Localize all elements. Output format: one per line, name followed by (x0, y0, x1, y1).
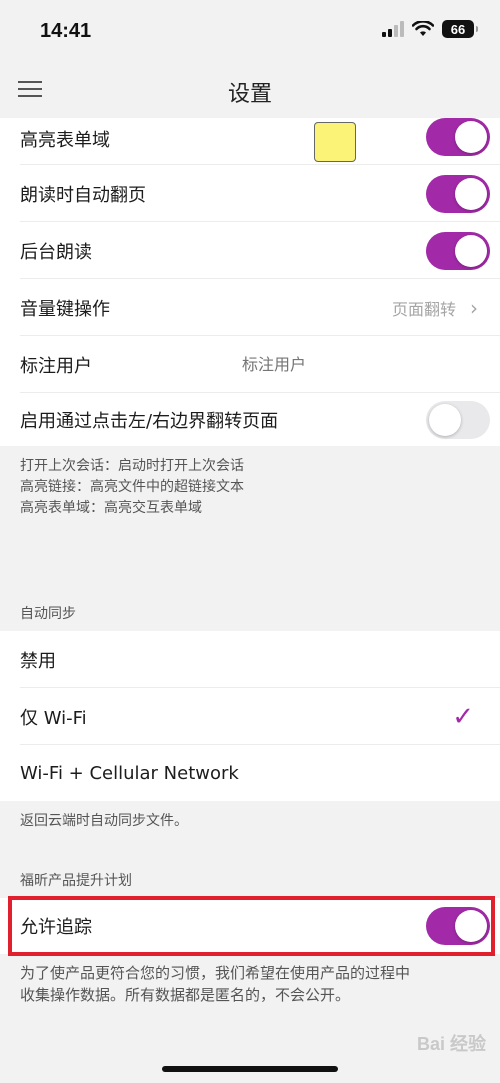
auto-sync-header: 自动同步 (20, 606, 76, 622)
sync-option-disabled[interactable]: 禁用 (0, 631, 500, 688)
setting-highlight-form-field: 高亮表单域 (0, 118, 500, 165)
setting-tap-edge-flip: 启用通过点击左/右边界翻转页面 (0, 393, 500, 446)
setting-auto-turn-page: 朗读时自动翻页 (0, 165, 500, 222)
volume-key-value: 页面翻转 (391, 299, 456, 319)
setting-annotation-user: 标注用户 (0, 336, 500, 393)
setting-label: 启用通过点击左/右边界翻转页面 (20, 410, 279, 432)
description-line: 为了使产品更符合您的习惯，我们希望在使用产品的过程中 (20, 964, 411, 982)
improvement-program-header: 福昕产品提升计划 (20, 873, 132, 889)
home-indicator[interactable] (162, 1066, 338, 1072)
status-time: 14:41 (40, 20, 92, 42)
background-reading-toggle[interactable] (426, 231, 490, 270)
settings-footnote: 打开上次会话：启动时打开上次会话 高亮链接：高亮文件中的超链接文本 高亮表单域：… (20, 456, 244, 519)
setting-volume-key-action[interactable]: 音量键操作 页面翻转 › (0, 279, 500, 336)
battery-level: 66 (450, 21, 466, 37)
highlight-form-field-toggle[interactable] (426, 118, 490, 156)
wifi-icon (412, 21, 434, 36)
setting-label: 高亮表单域 (20, 130, 110, 151)
auto-sync-footnote: 返回云端时自动同步文件。 (20, 813, 188, 829)
footnote-line: 高亮表单域：高亮交互表单域 (20, 500, 202, 516)
setting-label: 朗读时自动翻页 (20, 184, 146, 206)
setting-label: 标注用户 (20, 355, 92, 377)
settings-group: 高亮表单域 朗读时自动翻页 后台朗读 音量键操作 页面翻转 › 标注用户 启用通… (0, 118, 500, 446)
battery-icon: 66 (442, 20, 478, 38)
sync-option-wifi-only[interactable]: 仅 Wi-Fi ✓ (0, 688, 500, 745)
status-bar: 14:41 66 (0, 0, 500, 62)
setting-allow-tracking: 允许追踪 (0, 898, 500, 954)
sync-option-label: 仅 Wi-Fi (20, 707, 87, 729)
footnote-line: 打开上次会话：启动时打开上次会话 (20, 458, 244, 474)
tap-edge-flip-toggle[interactable] (426, 400, 490, 439)
setting-label: 后台朗读 (20, 241, 92, 263)
description-line: 收集操作数据。所有数据都是匿名的，不会公开。 (20, 986, 351, 1004)
auto-sync-group: 禁用 仅 Wi-Fi ✓ Wi-Fi + Cellular Network (0, 631, 500, 801)
allow-tracking-toggle[interactable] (426, 907, 490, 945)
sync-option-label: Wi-Fi + Cellular Network (20, 762, 239, 784)
annotation-user-input[interactable] (242, 355, 442, 374)
footnote-line: 高亮链接：高亮文件中的超链接文本 (20, 479, 244, 495)
chevron-right-icon: › (470, 295, 478, 320)
page-title: 设置 (227, 82, 272, 107)
improvement-program-group: 允许追踪 (0, 898, 500, 954)
cellular-signal-icon (382, 21, 404, 37)
nav-bar: 设置 (0, 62, 500, 118)
status-icons: 66 (382, 20, 478, 38)
improvement-program-description: 为了使产品更符合您的习惯，我们希望在使用产品的过程中 收集操作数据。所有数据都是… (20, 962, 410, 1006)
auto-turn-page-toggle[interactable] (426, 174, 490, 213)
checkmark-icon: ✓ (452, 701, 474, 732)
sync-option-label: 禁用 (20, 650, 56, 672)
setting-background-reading: 后台朗读 (0, 222, 500, 279)
sync-option-wifi-cellular[interactable]: Wi-Fi + Cellular Network (0, 745, 500, 801)
watermark: Bai 经验 (416, 1034, 486, 1054)
setting-label: 允许追踪 (20, 917, 92, 938)
setting-label: 音量键操作 (20, 298, 110, 320)
highlight-color-swatch[interactable] (314, 122, 356, 162)
